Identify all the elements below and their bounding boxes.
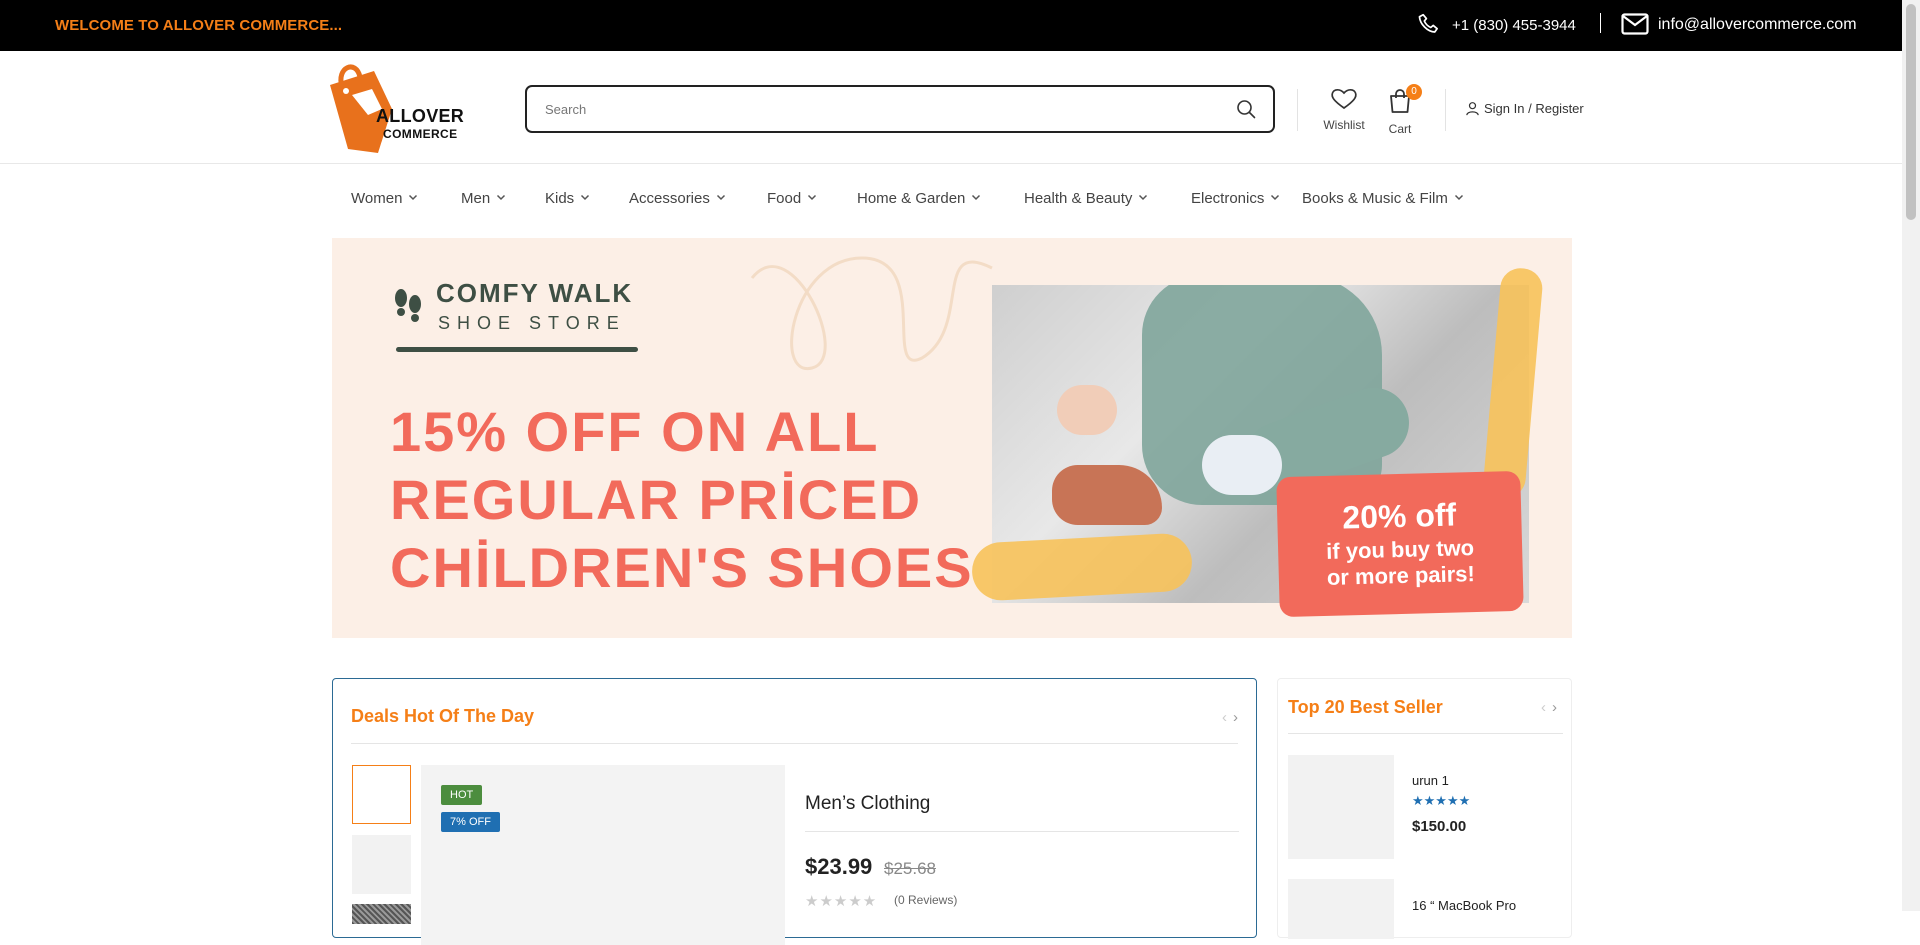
heart-icon (1331, 88, 1357, 110)
cart-label: Cart (1388, 122, 1412, 136)
nav-item-books-music-film[interactable]: Books & Music & Film (1302, 190, 1464, 207)
sign-in-link[interactable]: Sign In (1484, 101, 1524, 116)
headline-line-2: REGULAR PRİCED (390, 468, 923, 531)
nav-item-women[interactable]: Women (351, 190, 418, 207)
cart-count-badge: 0 (1406, 84, 1422, 100)
account-links: Sign In / Register (1465, 101, 1584, 116)
chevron-down-icon (716, 194, 725, 201)
welcome-text: WELCOME TO ALLOVER COMMERCE... (55, 17, 343, 34)
nav-item-men[interactable]: Men (461, 190, 506, 207)
chevron-left-icon[interactable]: ‹ (1541, 699, 1546, 716)
product-name[interactable]: Men’s Clothing (805, 793, 930, 815)
product-name[interactable]: urun 1 (1412, 773, 1449, 788)
divider (805, 831, 1239, 832)
discount-badge: 7% OFF (441, 812, 500, 832)
deals-hot-of-the-day: Deals Hot Of The Day ‹ › HOT 7% OFF Men’s… (332, 678, 1257, 945)
account-link-separator: / (1524, 101, 1536, 116)
header-divider (1297, 89, 1298, 131)
product-old-price: $25.68 (884, 859, 936, 878)
wishlist-label: Wishlist (1323, 118, 1365, 132)
site-header: ALLOVER COMMERCE Wishlist 0 Cart Sign In… (0, 51, 1902, 164)
user-icon (1466, 102, 1479, 116)
product-thumbnail[interactable] (352, 904, 411, 924)
topbar-divider (1600, 13, 1601, 33)
page-scrollbar[interactable] (1902, 0, 1920, 911)
decorative-swirl (750, 256, 993, 370)
chevron-down-icon (1271, 194, 1280, 201)
search-input[interactable] (545, 99, 1185, 119)
product-price: $150.00 (1412, 818, 1467, 835)
deals-title: Deals Hot Of The Day (351, 706, 535, 726)
register-link[interactable]: Register (1535, 101, 1583, 116)
nav-item-home-garden[interactable]: Home & Garden (857, 190, 981, 207)
logo-text-allover: ALLOVER (376, 106, 465, 126)
mail-icon (1621, 13, 1649, 35)
phone-link[interactable]: +1 (830) 455-3944 (1452, 17, 1576, 34)
chevron-left-icon[interactable]: ‹ (1222, 709, 1227, 726)
best-seller-carousel-arrows: ‹ › (1535, 699, 1557, 716)
chevron-down-icon (581, 194, 590, 201)
rating-stars: ★★★★★ (805, 893, 878, 910)
nav-item-kids[interactable]: Kids (545, 190, 590, 207)
product-price: $23.99 (805, 854, 873, 879)
search-box (525, 85, 1275, 133)
store-name: COMFY WALK (436, 278, 634, 308)
product-thumbnail[interactable] (352, 765, 411, 824)
chevron-down-icon (972, 194, 981, 201)
store-underline (396, 347, 638, 352)
header-divider (1445, 89, 1446, 131)
deals-carousel-arrows: ‹ › (1216, 709, 1238, 726)
photo-toy-dinosaur (1052, 465, 1162, 525)
logo-text-commerce: COMMERCE (383, 127, 458, 141)
photo-hand (1057, 385, 1117, 435)
headline-line-3: CHİLDREN'S SHOES (390, 536, 974, 599)
nav-item-accessories[interactable]: Accessories (629, 190, 726, 207)
decorative-brush-stroke (970, 532, 1194, 602)
hot-badge: HOT (441, 785, 483, 805)
main-nav: Women Men Kids Accessories Food Home & G… (332, 190, 1572, 212)
email-link[interactable]: info@allovercommerce.com (1658, 16, 1857, 34)
hero-banner[interactable]: COMFY WALK SHOE STORE 15% OFF ON ALL REG… (332, 238, 1572, 638)
chevron-down-icon (1139, 194, 1148, 201)
photo-shoe (1202, 435, 1282, 495)
phone-icon (1418, 13, 1438, 33)
search-icon[interactable] (1235, 98, 1257, 120)
headline-line-1: 15% OFF ON ALL (390, 400, 880, 463)
rating-stars: ★★★★★ (1412, 793, 1471, 808)
promo-badge: 20% off if you buy two or more pairs! (1276, 470, 1524, 618)
cart-button[interactable]: 0 Cart (1385, 84, 1422, 136)
top-20-best-seller: Top 20 Best Seller ‹ › urun 1 ★★★★★ $150.… (1277, 678, 1572, 939)
product-image[interactable] (1288, 879, 1394, 939)
product-thumbnail[interactable] (352, 835, 411, 894)
best-seller-title: Top 20 Best Seller (1288, 697, 1443, 717)
chevron-down-icon (497, 194, 506, 201)
product-image[interactable] (1288, 755, 1394, 859)
chevron-down-icon (1454, 194, 1463, 201)
chevron-down-icon (808, 194, 817, 201)
promo-line-2: or more pairs! (1326, 561, 1476, 590)
footprint-icon (395, 289, 421, 322)
promo-discount: 20% off (1341, 496, 1457, 536)
reviews-link[interactable]: (0 Reviews) (894, 893, 957, 907)
wishlist-button[interactable]: Wishlist (1318, 87, 1370, 132)
chevron-right-icon[interactable]: › (1233, 709, 1238, 726)
divider (1288, 733, 1563, 734)
top-bar: WELCOME TO ALLOVER COMMERCE... +1 (830) … (0, 0, 1902, 51)
site-logo[interactable]: ALLOVER COMMERCE (322, 57, 472, 157)
chevron-down-icon (409, 194, 418, 201)
store-subtitle: SHOE STORE (438, 313, 626, 333)
divider (351, 743, 1238, 744)
nav-item-electronics[interactable]: Electronics (1191, 190, 1280, 207)
scrollbar-thumb[interactable] (1906, 4, 1916, 220)
nav-item-food[interactable]: Food (767, 190, 817, 207)
nav-item-health-beauty[interactable]: Health & Beauty (1024, 190, 1148, 207)
banner-headline: 15% OFF ON ALL REGULAR PRİCED CHİLDREN'S… (390, 398, 974, 602)
chevron-right-icon[interactable]: › (1552, 699, 1557, 716)
